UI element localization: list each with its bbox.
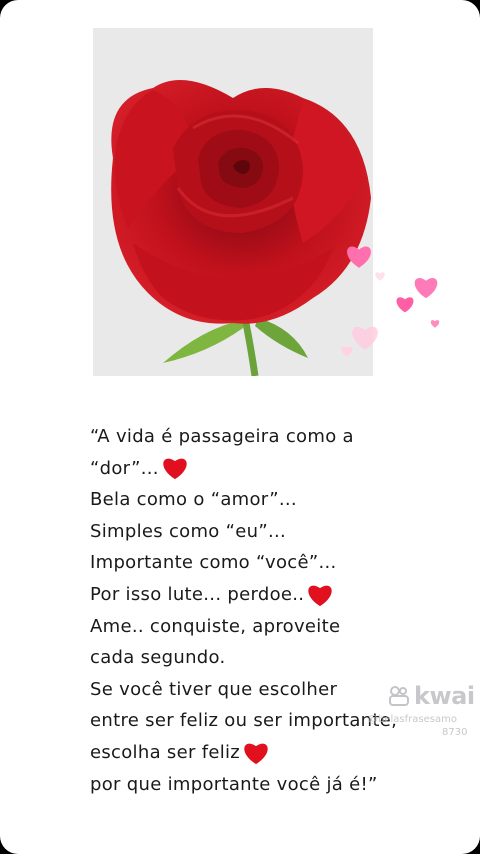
quote-line-text: Ame.. conquiste, aproveite [90,615,341,637]
quote-line: Por isso lute... perdoe.. [90,579,420,611]
kwai-logo-icon [389,686,409,706]
kwai-handle: @belasfrasesamo [368,714,457,725]
quote-line: “dor”... [90,453,420,485]
quote-line-text: entre ser feliz ou ser importante, [90,710,398,732]
quote-line-text: Se você tiver que escolher [90,678,338,700]
quote-line: por que importante você já é!” [90,769,420,801]
quote-line-text: “A vida é passageira como a [90,426,354,447]
quote-line: Importante como “você”... [90,547,420,579]
quote-line: Simples como “eu”... [90,516,420,548]
story-card: “A vida é passageira como a “dor”... Bel… [0,0,480,854]
kwai-watermark: kwai @belasfrasesamo 8730 [368,682,480,742]
heart-emoji [244,743,268,764]
quote-line-text: Simples como “eu”... [90,520,287,542]
quote-line-text: Bela como o “amor”... [90,489,297,511]
quote-line-text: por que importante você já é!” [90,773,378,795]
heart-emoji [163,458,187,480]
quote-line: Bela como o “amor”... [90,484,420,516]
kwai-logo: kwai [388,682,475,710]
quote-line: Ame.. conquiste, aproveite [90,611,420,643]
kwai-id: 8730 [442,727,468,738]
floating-hearts [330,235,450,375]
quote-line-text: “dor”... [90,457,159,479]
quote-line: cada segundo. [90,642,420,674]
kwai-brand: kwai [414,682,475,710]
quote-line: “A vida é passageira como a [90,421,420,453]
quote-line-text: cada segundo. [90,647,226,669]
heart-emoji [308,585,333,606]
quote-text: “A vida é passageira como a “dor”... Bel… [90,421,420,800]
quote-line-text: Por isso lute... perdoe.. [90,583,305,605]
quote-line-text: Importante como “você”... [90,552,337,574]
quote-line-text: escolha ser feliz [90,741,241,763]
